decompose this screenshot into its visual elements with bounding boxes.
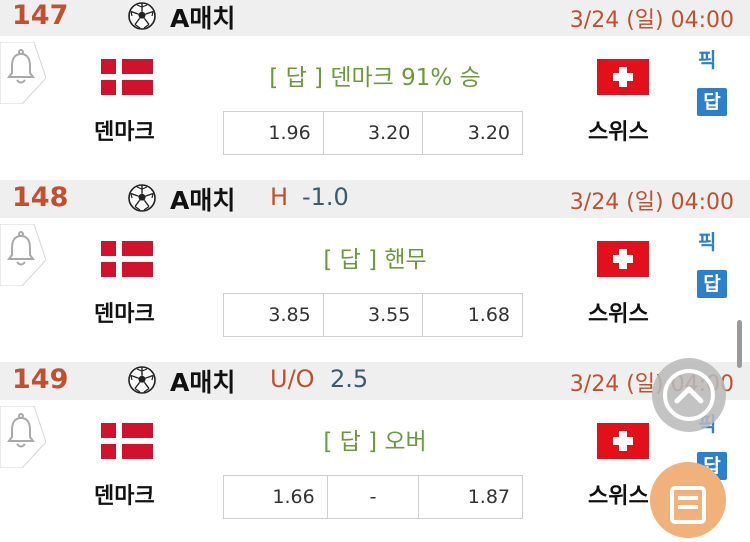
pick-label[interactable]: 픽	[698, 44, 716, 73]
handicap-value: -1.0	[302, 183, 349, 211]
home-team-name: 덴마크	[94, 120, 155, 145]
league-name: A매치	[170, 368, 236, 397]
draw-odds[interactable]: 3.20	[324, 112, 424, 154]
away-team-name: 스위스	[588, 484, 649, 509]
home-odds[interactable]: 3.85	[224, 294, 324, 336]
pick-label[interactable]: 픽	[698, 226, 716, 255]
answer-button[interactable]: 답	[697, 270, 727, 298]
home-team-name: 덴마크	[94, 302, 155, 327]
switzerland-flag-icon	[597, 241, 649, 277]
chevron-up-icon	[663, 369, 715, 421]
match-header: 148 A매치 H -1.0 3/24 (일) 04:00	[0, 180, 750, 219]
league-name: A매치	[170, 4, 236, 33]
match-number: 147	[12, 0, 69, 31]
handicap-value: 2.5	[330, 365, 369, 393]
soccer-ball-icon	[128, 2, 156, 30]
match-datetime: 3/24 (일) 04:00	[569, 8, 734, 33]
match-datetime: 3/24 (일) 04:00	[569, 190, 734, 215]
soccer-ball-icon	[128, 184, 156, 212]
away-odds[interactable]: 1.68	[423, 294, 522, 336]
away-odds[interactable]: 3.20	[423, 112, 522, 154]
odds-box: 3.85 3.55 1.68	[223, 293, 523, 337]
home-team-name: 덴마크	[94, 484, 155, 509]
answer-button[interactable]: 답	[697, 88, 727, 116]
match-body: [ 답 ] 덴마크 91% 승 덴마크 1.96 3.20 3.20 스위스 픽…	[0, 36, 750, 178]
match-number: 148	[12, 182, 69, 213]
league-name: A매치	[170, 186, 236, 215]
match-body: [ 답 ] 핸무 덴마크 3.85 3.55 1.68 스위스 픽 답	[0, 218, 750, 360]
draw-odds[interactable]: 3.55	[324, 294, 424, 336]
switzerland-flag-icon	[597, 423, 649, 459]
away-team-name: 스위스	[588, 302, 649, 327]
odds-box: 1.66 - 1.87	[223, 475, 523, 519]
match-body: [ 답 ] 오버 덴마크 1.66 - 1.87 스위스 픽 답	[0, 400, 750, 542]
home-odds[interactable]: 1.66	[224, 476, 328, 518]
odds-box: 1.96 3.20 3.20	[223, 111, 523, 155]
handicap-type: H	[270, 183, 289, 211]
soccer-ball-icon	[128, 366, 156, 394]
match-header: 147 A매치 3/24 (일) 04:00	[0, 0, 750, 37]
scrollbar[interactable]	[737, 320, 742, 368]
away-odds[interactable]: 1.87	[419, 476, 522, 518]
home-odds[interactable]: 1.96	[224, 112, 324, 154]
draw-odds: -	[328, 476, 420, 518]
match-number: 149	[12, 364, 69, 395]
away-team-name: 스위스	[588, 120, 649, 145]
match-header: 149 A매치 U/O 2.5 3/24 (일) 04:00	[0, 362, 750, 401]
scroll-top-button[interactable]	[652, 358, 726, 432]
switzerland-flag-icon	[597, 59, 649, 95]
handicap-type: U/O	[270, 365, 315, 393]
